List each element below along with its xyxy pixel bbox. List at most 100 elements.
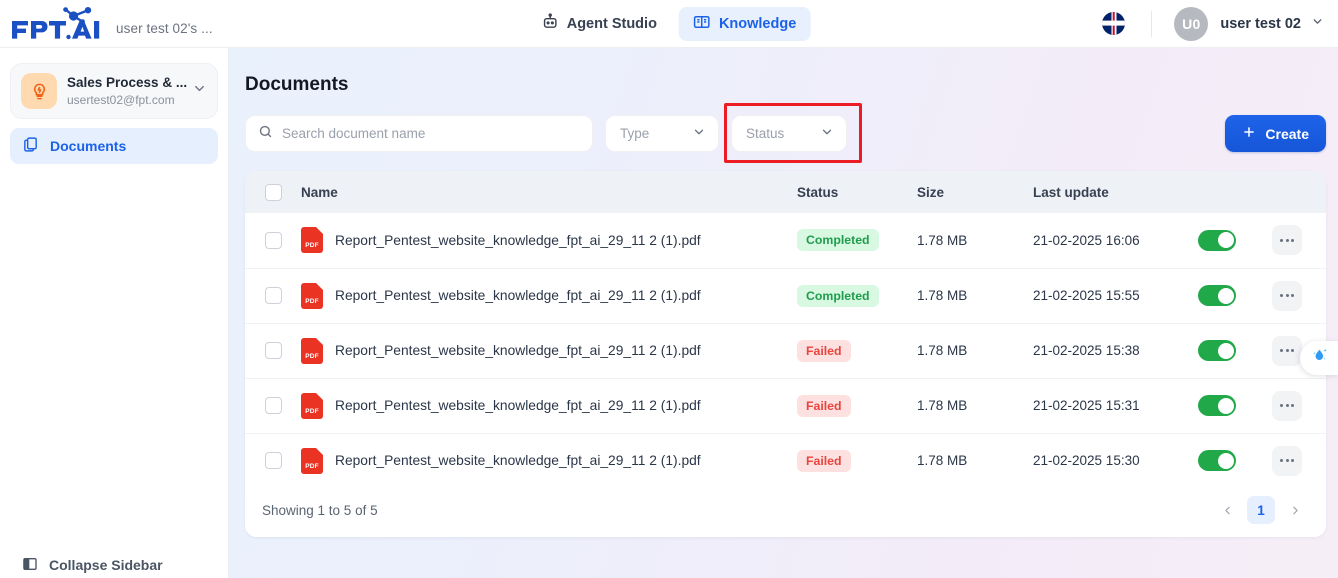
- column-header-size[interactable]: Size: [917, 171, 1033, 213]
- enable-toggle[interactable]: [1198, 340, 1236, 361]
- pagination: 1: [1213, 496, 1309, 524]
- filter-toolbar: Type Status: [245, 115, 847, 152]
- document-actions-cell: [1272, 213, 1326, 269]
- document-toggle-cell: [1198, 268, 1272, 324]
- primary-nav: Agent Studio Knowledge: [528, 6, 811, 41]
- row-more-actions-button[interactable]: [1272, 335, 1302, 366]
- chevron-down-icon[interactable]: [192, 81, 207, 101]
- chevron-down-icon: [820, 125, 834, 142]
- table-row[interactable]: PDF Report_Pentest_website_knowledge_fpt_…: [245, 213, 1326, 269]
- column-header-actions: [1272, 171, 1326, 213]
- create-button[interactable]: Create: [1225, 115, 1326, 152]
- sidebar: Sales Process & ... usertest02@fpt.com D…: [0, 48, 229, 578]
- row-more-actions-button[interactable]: [1272, 225, 1302, 256]
- pdf-badge-text: PDF: [305, 407, 319, 415]
- nav-item-agent-studio[interactable]: Agent Studio: [528, 7, 671, 41]
- workspace-selector[interactable]: Sales Process & ... usertest02@fpt.com: [10, 63, 218, 119]
- document-updated-cell: 21-02-2025 15:38: [1033, 323, 1198, 379]
- row-checkbox[interactable]: [264, 342, 282, 359]
- document-size-cell: 1.78 MB: [917, 268, 1033, 324]
- status-filter-label: Status: [746, 126, 785, 141]
- collapse-sidebar-label: Collapse Sidebar: [49, 557, 163, 573]
- status-badge: Completed: [797, 284, 879, 307]
- document-name-label: Report_Pentest_website_knowledge_fpt_ai_…: [335, 343, 701, 358]
- enable-toggle[interactable]: [1198, 395, 1236, 416]
- pdf-file-icon: PDF: [301, 337, 323, 364]
- book-icon: [693, 13, 711, 35]
- row-checkbox[interactable]: [264, 231, 282, 249]
- type-filter-label: Type: [620, 126, 650, 141]
- workspace-email: usertest02@fpt.com: [67, 93, 175, 107]
- row-checkbox[interactable]: [264, 452, 282, 469]
- robot-icon: [542, 13, 559, 34]
- row-checkbox[interactable]: [264, 397, 282, 414]
- lightbulb-icon: [21, 73, 57, 109]
- column-header-status[interactable]: Status: [797, 171, 917, 213]
- pdf-file-icon: PDF: [301, 227, 323, 254]
- document-updated-cell: 21-02-2025 15:30: [1033, 433, 1198, 489]
- document-status-cell: Failed: [797, 323, 917, 379]
- chevron-left-icon[interactable]: [1213, 496, 1241, 524]
- row-more-actions-button[interactable]: [1272, 445, 1302, 476]
- document-updated-cell: 21-02-2025 15:31: [1033, 378, 1198, 434]
- search-icon: [258, 124, 273, 144]
- chevron-right-icon[interactable]: [1281, 496, 1309, 524]
- row-select-cell: [245, 378, 301, 434]
- water-drop-sparkle-icon: [1309, 346, 1329, 371]
- table-row[interactable]: PDF Report_Pentest_website_knowledge_fpt_…: [245, 378, 1326, 434]
- document-updated-cell: 21-02-2025 15:55: [1033, 268, 1198, 324]
- column-header-name[interactable]: Name: [301, 171, 797, 213]
- status-badge: Failed: [797, 449, 851, 472]
- uk-flag-icon[interactable]: [1102, 12, 1126, 35]
- row-more-actions-button[interactable]: [1272, 280, 1302, 311]
- showing-count-label: Showing 1 to 5 of 5: [262, 502, 378, 518]
- status-filter-dropdown[interactable]: Status: [731, 115, 847, 152]
- row-more-actions-button[interactable]: [1272, 390, 1302, 421]
- chevron-down-icon[interactable]: [1311, 15, 1324, 33]
- main-content: Documents Type Status Create: [229, 48, 1338, 578]
- pdf-badge-text: PDF: [305, 242, 319, 250]
- row-checkbox[interactable]: [264, 287, 282, 304]
- type-filter-dropdown[interactable]: Type: [605, 115, 719, 152]
- document-toggle-cell: [1198, 323, 1272, 379]
- enable-toggle[interactable]: [1198, 229, 1236, 251]
- sidebar-item-documents[interactable]: Documents: [10, 128, 218, 164]
- document-name-cell: PDF Report_Pentest_website_knowledge_fpt_…: [301, 323, 797, 379]
- create-button-label: Create: [1265, 125, 1309, 142]
- document-status-cell: Completed: [797, 268, 917, 324]
- collapse-sidebar-button[interactable]: Collapse Sidebar: [0, 552, 228, 578]
- assistant-floating-button[interactable]: [1300, 341, 1338, 375]
- enable-toggle[interactable]: [1198, 285, 1236, 306]
- status-badge: Failed: [797, 394, 851, 417]
- pdf-badge-text: PDF: [305, 462, 319, 470]
- document-status-cell: Failed: [797, 433, 917, 489]
- enable-toggle[interactable]: [1198, 450, 1236, 471]
- document-toggle-cell: [1198, 378, 1272, 434]
- chevron-down-icon: [692, 125, 706, 142]
- document-toggle-cell: [1198, 433, 1272, 489]
- avatar[interactable]: U0: [1174, 6, 1209, 41]
- table-row[interactable]: PDF Report_Pentest_website_knowledge_fpt_…: [245, 268, 1326, 324]
- documents-table-card: Name Status Size Last update PDF Report_P…: [245, 171, 1326, 537]
- documents-table: Name Status Size Last update PDF Report_P…: [245, 171, 1326, 489]
- document-name-cell: PDF Report_Pentest_website_knowledge_fpt_…: [301, 433, 797, 489]
- row-select-cell: [245, 433, 301, 489]
- user-name-label: user test 02: [1220, 15, 1301, 32]
- document-name-label: Report_Pentest_website_knowledge_fpt_ai_…: [335, 398, 701, 413]
- table-row[interactable]: PDF Report_Pentest_website_knowledge_fpt_…: [245, 433, 1326, 489]
- column-header-last-update[interactable]: Last update: [1033, 171, 1198, 213]
- status-badge: Completed: [797, 229, 879, 252]
- search-box[interactable]: [245, 115, 593, 152]
- document-actions-cell: [1272, 268, 1326, 324]
- nav-item-knowledge[interactable]: Knowledge: [678, 6, 811, 41]
- brand-block[interactable]: user test 02's ...: [0, 6, 213, 41]
- table-row[interactable]: PDF Report_Pentest_website_knowledge_fpt_…: [245, 323, 1326, 379]
- workspace-title: Sales Process & ...: [67, 75, 188, 90]
- select-all-checkbox[interactable]: [264, 183, 282, 201]
- row-select-cell: [245, 268, 301, 324]
- document-actions-cell: [1272, 433, 1326, 489]
- search-input[interactable]: [282, 126, 580, 141]
- document-actions-cell: [1272, 378, 1326, 434]
- page-number-1[interactable]: 1: [1247, 496, 1275, 524]
- sidebar-item-label: Documents: [50, 138, 127, 154]
